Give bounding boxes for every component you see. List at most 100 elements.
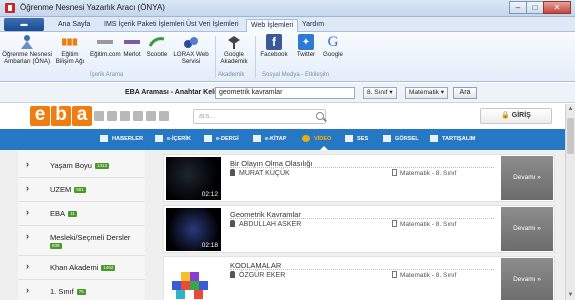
twitter-button[interactable]: ✦ Twitter	[292, 34, 320, 58]
sidebar-item-khan-akademi[interactable]: › Khan Akademi 1462	[18, 256, 145, 280]
lorax-button[interactable]: LORAX Web Servisi	[170, 34, 212, 65]
info-icon[interactable]	[107, 111, 117, 121]
close-button[interactable]: ✕	[543, 1, 571, 14]
sidebar-item-uzem[interactable]: › UZEM 581	[18, 178, 145, 202]
vertical-scrollbar[interactable]: ▲ ▼	[565, 104, 575, 300]
sidebar-item-eba[interactable]: › EBA 11	[18, 202, 145, 226]
ribbon-tab-bar: ▬ Ana Sayfa IMS İçerik Paketi İşlemleri …	[0, 17, 575, 32]
result-item: KODLAMALAR ÖZGÜR EKER Matematik - 8. Sın…	[163, 256, 555, 300]
keyword-input[interactable]: geometrik kavramlar	[215, 87, 355, 99]
divider	[230, 167, 494, 168]
nav-gorsel[interactable]: GÖRSEL	[383, 135, 419, 142]
grade-select[interactable]: 8. Sınıf ▾	[363, 87, 397, 99]
eba-icon	[62, 34, 78, 50]
devami-button[interactable]: Devamı »	[501, 258, 553, 300]
group-label-sosyal-medya: Sosyal Medya - Etkileşim	[262, 72, 330, 78]
login-button[interactable]: 🔒 GİRİŞ	[480, 108, 552, 124]
egitim-com-button[interactable]: Eğitim.com	[90, 34, 121, 58]
google-akademik-button[interactable]: Google Akademik	[216, 34, 252, 65]
application-menu-button[interactable]: ▬	[4, 18, 44, 31]
user-icon	[230, 220, 235, 227]
video-duration: 02:12	[201, 191, 218, 198]
subject-select[interactable]: Matematik ▾	[405, 87, 449, 99]
nav-e-kitap[interactable]: e-KİTAP	[253, 135, 286, 142]
result-author: ÖZGÜR EKER	[230, 271, 285, 279]
browser-content: e b a ara... 🔒 GİRİŞ HABERLER e-İÇERİK e…	[0, 104, 565, 300]
chevron-right-icon: ›	[26, 231, 29, 241]
scroll-down-icon[interactable]: ▼	[567, 291, 574, 299]
result-item: 02:18 Geometrik Kavramlar ABDULLAH ASKER…	[163, 205, 555, 253]
result-author: MURAT KÜÇÜK	[230, 169, 290, 177]
result-author: ABDULLAH ASKER	[230, 220, 301, 228]
search-button[interactable]: Ara	[453, 87, 477, 99]
nav-ses[interactable]: SES	[345, 135, 368, 142]
document-icon	[392, 271, 397, 278]
count-badge: 1313	[94, 163, 109, 169]
sound-icon	[345, 135, 353, 142]
tab-web-islemleri[interactable]: Web İşlemleri	[246, 19, 299, 32]
app-icon	[5, 3, 15, 13]
search-icon[interactable]	[316, 112, 324, 120]
category-sidebar: › Yaşam Boyu 1313 › UZEM 581 › EBA 11 › Mes…	[18, 150, 145, 300]
divider	[230, 269, 494, 270]
video-icon	[302, 135, 310, 142]
facebook-icon: f	[266, 34, 282, 50]
ribbon-panel: Öğrenme Nesnesi Ambarları (ÖNA) Eğitim B…	[0, 32, 575, 82]
group-label-akademik: Akademik	[218, 72, 245, 78]
tab-yardim[interactable]: Yardım	[298, 19, 328, 32]
facebook-icon[interactable]	[146, 111, 156, 121]
window-controls: – □ ✕	[509, 1, 571, 14]
scroll-thumb[interactable]	[567, 118, 574, 154]
count-badge: 75	[76, 289, 86, 295]
count-badge: 839	[50, 243, 62, 249]
google-button[interactable]: G Google	[320, 34, 346, 58]
user-icon	[230, 169, 235, 176]
result-meta: Matematik - 8. Sınıf	[392, 169, 456, 177]
tab-ana-sayfa[interactable]: Ana Sayfa	[54, 19, 94, 32]
share-icon[interactable]	[159, 111, 169, 121]
nav-haberler[interactable]: HABERLER	[100, 135, 143, 142]
search-label: EBA Araması - Anahtar Kelime:	[125, 89, 229, 96]
scootle-icon	[149, 34, 165, 50]
eba-button[interactable]: Eğitim Bilişim Ağı	[52, 34, 88, 65]
egitim-com-icon	[97, 34, 113, 50]
lorax-icon	[183, 34, 199, 50]
main-area: › Yaşam Boyu 1313 › UZEM 581 › EBA 11 › Mes…	[0, 150, 565, 300]
nav-e-dergi[interactable]: e-DERGİ	[204, 135, 239, 142]
home-icon[interactable]	[94, 111, 104, 121]
eba-header: e b a ara... 🔒 GİRİŞ	[0, 104, 565, 128]
nav-video[interactable]: VİDEO	[302, 135, 331, 142]
nav-tartisalim[interactable]: TARTIŞALIM	[430, 135, 475, 142]
scroll-up-icon[interactable]: ▲	[567, 105, 574, 113]
nav-e-icerik[interactable]: e-İÇERİK	[155, 135, 191, 142]
chevron-right-icon: ›	[26, 261, 29, 271]
video-thumbnail[interactable]: 02:12	[166, 157, 221, 200]
count-badge: 11	[68, 211, 77, 217]
google-scholar-icon	[226, 34, 242, 50]
minimize-button[interactable]: –	[509, 1, 527, 14]
cubes-illustration	[172, 272, 208, 299]
ona-button[interactable]: Öğrenme Nesnesi Ambarları (ÖNA)	[2, 34, 52, 65]
devami-button[interactable]: Devamı »	[501, 156, 553, 200]
maximize-button[interactable]: □	[526, 1, 544, 14]
tab-ims-icerik[interactable]: IMS İçerik Paketi İşlemleri	[100, 19, 189, 32]
twitter-icon: ✦	[298, 34, 314, 50]
video-thumbnail[interactable]: 02:18	[166, 208, 221, 251]
calendar-icon[interactable]	[120, 111, 130, 121]
discussion-icon	[430, 135, 438, 142]
merlot-icon	[124, 34, 140, 50]
eba-search-input[interactable]: ara...	[193, 109, 326, 124]
book-icon	[253, 135, 261, 142]
devami-button[interactable]: Devamı »	[501, 207, 553, 251]
mail-icon[interactable]	[133, 111, 143, 121]
sidebar-item-yasam-boyu[interactable]: › Yaşam Boyu 1313	[18, 154, 145, 178]
eba-logo[interactable]: e b a	[30, 105, 93, 126]
merlot-button[interactable]: Merlot	[120, 34, 144, 58]
scootle-button[interactable]: Scootle	[144, 34, 170, 58]
tab-ust-veri[interactable]: Üst Veri İşlemleri	[182, 19, 243, 32]
video-thumbnail[interactable]	[166, 259, 221, 300]
facebook-button[interactable]: f Facebook	[256, 34, 292, 58]
result-meta: Matematik - 8. Sınıf	[392, 271, 456, 279]
sidebar-item-mesleki[interactable]: › Mesleki/Seçmeli Dersler 839	[18, 226, 145, 256]
sidebar-item-1-sinif[interactable]: › 1. Sınıf 75	[18, 280, 145, 300]
